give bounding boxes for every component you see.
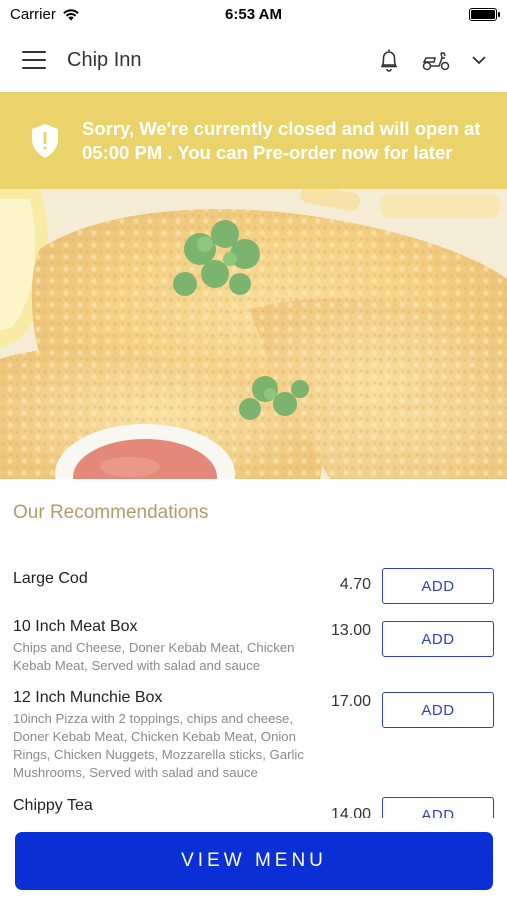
item-description: 10inch Pizza with 2 toppings, chips and … — [13, 711, 304, 780]
carrier-label: Carrier — [10, 5, 56, 23]
add-button[interactable]: ADD — [382, 568, 494, 604]
menu-icon[interactable] — [22, 51, 46, 69]
list-item: 10 Inch Meat Box Chips and Cheese, Doner… — [0, 618, 507, 689]
footer-bar: VIEW MENU — [0, 818, 507, 900]
battery-icon — [469, 7, 500, 21]
status-bar: Carrier 6:53 AM — [0, 0, 507, 28]
add-button[interactable]: ADD — [382, 621, 494, 657]
list-item: 12 Inch Munchie Box 10inch Pizza with 2 … — [0, 689, 507, 797]
header-actions — [377, 47, 487, 73]
status-left: Carrier — [10, 6, 80, 23]
bell-icon[interactable] — [377, 47, 401, 73]
item-price: 17.00 — [330, 693, 371, 710]
view-menu-button[interactable]: VIEW MENU — [15, 832, 493, 890]
closed-message: Sorry, We're currently closed and will o… — [82, 117, 481, 163]
recommendations-title: Our Recommendations — [13, 502, 209, 523]
add-button[interactable]: ADD — [382, 692, 494, 728]
item-price: 4.70 — [339, 576, 371, 593]
hero-image — [0, 189, 507, 479]
item-description: Chips and Cheese, Doner Kebab Meat, Chic… — [13, 640, 295, 673]
chevron-down-icon[interactable] — [471, 55, 487, 65]
app-title: Chip Inn — [67, 48, 142, 71]
item-price: 13.00 — [330, 622, 371, 639]
recommendations-list: Large Cod 4.70 ADD 10 Inch Meat Box Chip… — [0, 565, 507, 857]
shield-icon — [32, 123, 58, 158]
app-header: Chip Inn — [0, 28, 507, 92]
closed-banner: Sorry, We're currently closed and will o… — [0, 92, 507, 189]
scooter-icon[interactable] — [421, 48, 451, 72]
wifi-icon — [63, 8, 79, 20]
list-item: Large Cod 4.70 ADD — [0, 565, 507, 618]
